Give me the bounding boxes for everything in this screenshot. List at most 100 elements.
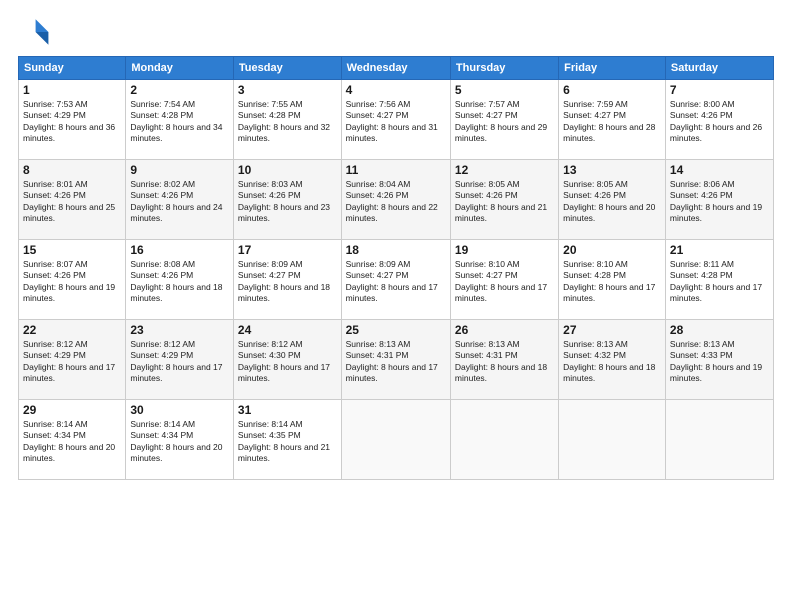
sunrise-label: Sunrise: 8:07 AM <box>23 259 88 269</box>
sunset-label: Sunset: 4:28 PM <box>238 110 301 120</box>
day-number: 12 <box>455 163 554 177</box>
day-header-saturday: Saturday <box>665 57 773 80</box>
sunset-label: Sunset: 4:28 PM <box>130 110 193 120</box>
day-header-friday: Friday <box>559 57 666 80</box>
daylight-label: Daylight: 8 hours and 22 minutes. <box>346 202 438 223</box>
sunrise-label: Sunrise: 8:10 AM <box>563 259 628 269</box>
calendar-week-5: 29 Sunrise: 8:14 AM Sunset: 4:34 PM Dayl… <box>19 400 774 480</box>
sunset-label: Sunset: 4:33 PM <box>670 350 733 360</box>
calendar-header-row: SundayMondayTuesdayWednesdayThursdayFrid… <box>19 57 774 80</box>
calendar-cell: 21 Sunrise: 8:11 AM Sunset: 4:28 PM Dayl… <box>665 240 773 320</box>
header <box>18 16 774 48</box>
calendar-cell: 7 Sunrise: 8:00 AM Sunset: 4:26 PM Dayli… <box>665 80 773 160</box>
calendar-cell: 22 Sunrise: 8:12 AM Sunset: 4:29 PM Dayl… <box>19 320 126 400</box>
day-number: 2 <box>130 83 229 97</box>
sunrise-label: Sunrise: 8:04 AM <box>346 179 411 189</box>
day-number: 27 <box>563 323 661 337</box>
day-info: Sunrise: 8:09 AM Sunset: 4:27 PM Dayligh… <box>238 259 337 305</box>
calendar-table: SundayMondayTuesdayWednesdayThursdayFrid… <box>18 56 774 480</box>
sunrise-label: Sunrise: 8:14 AM <box>238 419 303 429</box>
calendar-cell: 6 Sunrise: 7:59 AM Sunset: 4:27 PM Dayli… <box>559 80 666 160</box>
day-info: Sunrise: 8:05 AM Sunset: 4:26 PM Dayligh… <box>563 179 661 225</box>
sunset-label: Sunset: 4:26 PM <box>130 190 193 200</box>
sunset-label: Sunset: 4:29 PM <box>23 110 86 120</box>
day-number: 28 <box>670 323 769 337</box>
daylight-label: Daylight: 8 hours and 28 minutes. <box>563 122 655 143</box>
day-info: Sunrise: 8:12 AM Sunset: 4:29 PM Dayligh… <box>130 339 229 385</box>
sunset-label: Sunset: 4:32 PM <box>563 350 626 360</box>
calendar-cell <box>341 400 450 480</box>
daylight-label: Daylight: 8 hours and 18 minutes. <box>563 362 655 383</box>
day-info: Sunrise: 8:01 AM Sunset: 4:26 PM Dayligh… <box>23 179 121 225</box>
sunrise-label: Sunrise: 8:13 AM <box>346 339 411 349</box>
day-info: Sunrise: 8:03 AM Sunset: 4:26 PM Dayligh… <box>238 179 337 225</box>
day-info: Sunrise: 8:13 AM Sunset: 4:32 PM Dayligh… <box>563 339 661 385</box>
calendar-cell: 28 Sunrise: 8:13 AM Sunset: 4:33 PM Dayl… <box>665 320 773 400</box>
sunset-label: Sunset: 4:26 PM <box>670 110 733 120</box>
daylight-label: Daylight: 8 hours and 23 minutes. <box>238 202 330 223</box>
calendar-cell: 26 Sunrise: 8:13 AM Sunset: 4:31 PM Dayl… <box>450 320 558 400</box>
day-number: 6 <box>563 83 661 97</box>
calendar-cell: 15 Sunrise: 8:07 AM Sunset: 4:26 PM Dayl… <box>19 240 126 320</box>
daylight-label: Daylight: 8 hours and 20 minutes. <box>130 442 222 463</box>
daylight-label: Daylight: 8 hours and 17 minutes. <box>23 362 115 383</box>
sunset-label: Sunset: 4:26 PM <box>238 190 301 200</box>
day-number: 14 <box>670 163 769 177</box>
sunset-label: Sunset: 4:34 PM <box>130 430 193 440</box>
day-number: 7 <box>670 83 769 97</box>
daylight-label: Daylight: 8 hours and 36 minutes. <box>23 122 115 143</box>
daylight-label: Daylight: 8 hours and 17 minutes. <box>346 362 438 383</box>
day-header-thursday: Thursday <box>450 57 558 80</box>
day-info: Sunrise: 8:08 AM Sunset: 4:26 PM Dayligh… <box>130 259 229 305</box>
day-info: Sunrise: 8:10 AM Sunset: 4:27 PM Dayligh… <box>455 259 554 305</box>
daylight-label: Daylight: 8 hours and 29 minutes. <box>455 122 547 143</box>
sunrise-label: Sunrise: 8:12 AM <box>130 339 195 349</box>
day-number: 1 <box>23 83 121 97</box>
day-number: 23 <box>130 323 229 337</box>
daylight-label: Daylight: 8 hours and 18 minutes. <box>130 282 222 303</box>
calendar-cell: 30 Sunrise: 8:14 AM Sunset: 4:34 PM Dayl… <box>126 400 234 480</box>
daylight-label: Daylight: 8 hours and 26 minutes. <box>670 122 762 143</box>
calendar-cell: 1 Sunrise: 7:53 AM Sunset: 4:29 PM Dayli… <box>19 80 126 160</box>
sunrise-label: Sunrise: 7:55 AM <box>238 99 303 109</box>
day-info: Sunrise: 8:00 AM Sunset: 4:26 PM Dayligh… <box>670 99 769 145</box>
sunrise-label: Sunrise: 8:13 AM <box>670 339 735 349</box>
calendar-cell: 10 Sunrise: 8:03 AM Sunset: 4:26 PM Dayl… <box>233 160 341 240</box>
calendar-cell: 20 Sunrise: 8:10 AM Sunset: 4:28 PM Dayl… <box>559 240 666 320</box>
sunset-label: Sunset: 4:27 PM <box>455 110 518 120</box>
sunrise-label: Sunrise: 8:12 AM <box>23 339 88 349</box>
calendar-cell: 27 Sunrise: 8:13 AM Sunset: 4:32 PM Dayl… <box>559 320 666 400</box>
day-info: Sunrise: 7:54 AM Sunset: 4:28 PM Dayligh… <box>130 99 229 145</box>
day-number: 21 <box>670 243 769 257</box>
day-number: 15 <box>23 243 121 257</box>
day-number: 13 <box>563 163 661 177</box>
day-number: 11 <box>346 163 446 177</box>
calendar-cell: 31 Sunrise: 8:14 AM Sunset: 4:35 PM Dayl… <box>233 400 341 480</box>
calendar-cell: 12 Sunrise: 8:05 AM Sunset: 4:26 PM Dayl… <box>450 160 558 240</box>
sunset-label: Sunset: 4:28 PM <box>563 270 626 280</box>
day-number: 26 <box>455 323 554 337</box>
sunrise-label: Sunrise: 8:03 AM <box>238 179 303 189</box>
calendar-week-2: 8 Sunrise: 8:01 AM Sunset: 4:26 PM Dayli… <box>19 160 774 240</box>
day-info: Sunrise: 7:59 AM Sunset: 4:27 PM Dayligh… <box>563 99 661 145</box>
day-header-tuesday: Tuesday <box>233 57 341 80</box>
day-info: Sunrise: 7:55 AM Sunset: 4:28 PM Dayligh… <box>238 99 337 145</box>
sunrise-label: Sunrise: 8:02 AM <box>130 179 195 189</box>
sunrise-label: Sunrise: 7:56 AM <box>346 99 411 109</box>
daylight-label: Daylight: 8 hours and 18 minutes. <box>455 362 547 383</box>
day-info: Sunrise: 8:10 AM Sunset: 4:28 PM Dayligh… <box>563 259 661 305</box>
day-info: Sunrise: 8:05 AM Sunset: 4:26 PM Dayligh… <box>455 179 554 225</box>
day-info: Sunrise: 8:12 AM Sunset: 4:29 PM Dayligh… <box>23 339 121 385</box>
sunset-label: Sunset: 4:26 PM <box>670 190 733 200</box>
calendar-cell: 24 Sunrise: 8:12 AM Sunset: 4:30 PM Dayl… <box>233 320 341 400</box>
daylight-label: Daylight: 8 hours and 19 minutes. <box>670 362 762 383</box>
daylight-label: Daylight: 8 hours and 25 minutes. <box>23 202 115 223</box>
day-number: 4 <box>346 83 446 97</box>
sunset-label: Sunset: 4:26 PM <box>130 270 193 280</box>
calendar-cell: 4 Sunrise: 7:56 AM Sunset: 4:27 PM Dayli… <box>341 80 450 160</box>
calendar-cell: 18 Sunrise: 8:09 AM Sunset: 4:27 PM Dayl… <box>341 240 450 320</box>
sunrise-label: Sunrise: 8:14 AM <box>130 419 195 429</box>
calendar-cell <box>665 400 773 480</box>
day-number: 25 <box>346 323 446 337</box>
sunset-label: Sunset: 4:27 PM <box>238 270 301 280</box>
